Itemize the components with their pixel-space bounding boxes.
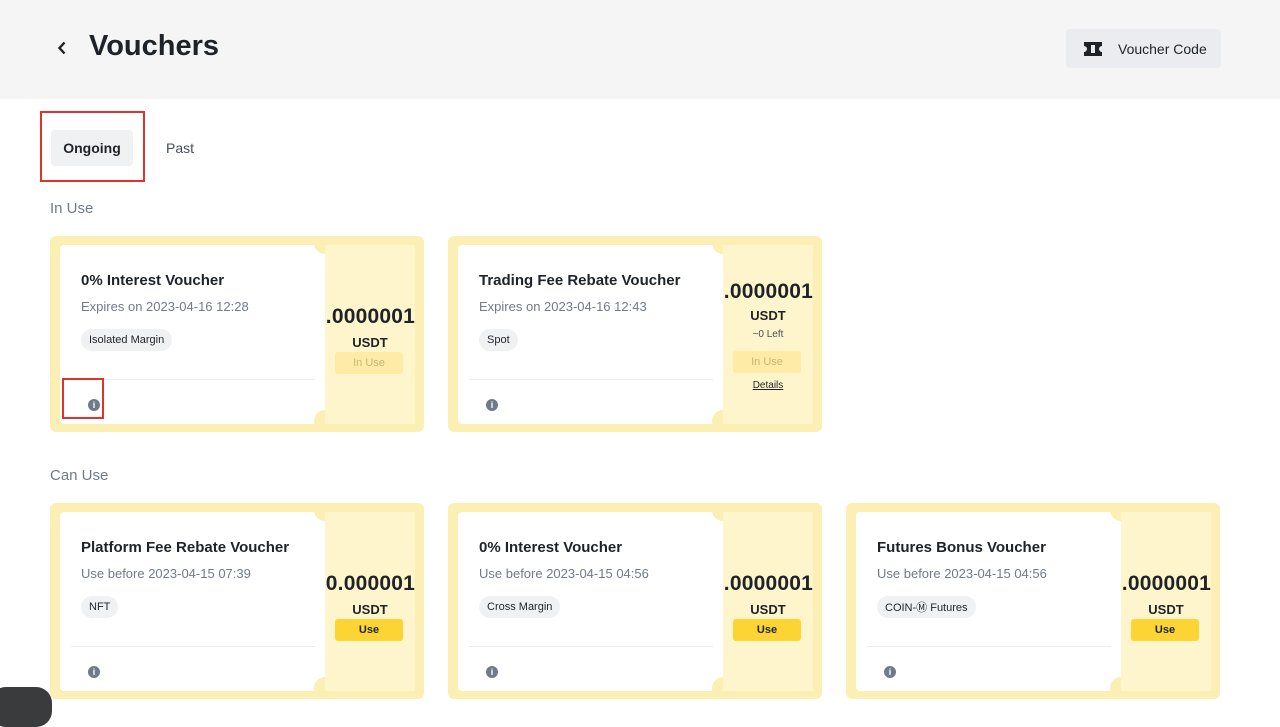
overlay-corner (0, 687, 52, 727)
tab-past[interactable]: Past (160, 130, 200, 166)
voucher-unit: USDT (352, 335, 388, 350)
info-icon[interactable]: i (486, 399, 498, 411)
voucher-card-value-panel: 0.000001 USDT Use (325, 512, 415, 691)
voucher-code-button[interactable]: Voucher Code (1066, 29, 1221, 68)
highlight-box-info-icon (62, 378, 104, 419)
voucher-card: 0% Interest Voucher Expires on 2023-04-1… (50, 236, 424, 432)
voucher-title: 0% Interest Voucher (81, 272, 225, 289)
divider (469, 379, 713, 380)
voucher-tag: COIN-Ⓜ Futures (877, 596, 976, 618)
info-icon[interactable]: i (88, 666, 100, 678)
voucher-unit: USDT (352, 602, 388, 617)
page-header: Vouchers Voucher Code (0, 0, 1280, 99)
voucher-card-body: Trading Fee Rebate Voucher Expires on 20… (458, 245, 723, 424)
section-label-can-use: Can Use (50, 467, 109, 484)
ticket-icon (1084, 41, 1102, 56)
use-button[interactable]: Use (335, 619, 403, 641)
voucher-card: Trading Fee Rebate Voucher Expires on 20… (448, 236, 822, 432)
voucher-remaining-count: ~0 Left (752, 329, 784, 340)
voucher-card: Platform Fee Rebate Voucher Use before 2… (50, 503, 424, 699)
voucher-card-body: 0% Interest Voucher Use before 2023-04-1… (458, 512, 723, 691)
voucher-title: 0% Interest Voucher (479, 539, 623, 556)
voucher-amount: 0.000001 (325, 572, 415, 595)
info-icon[interactable]: i (884, 666, 896, 678)
voucher-card-body: Futures Bonus Voucher Use before 2023-04… (856, 512, 1121, 691)
divider (469, 646, 713, 647)
voucher-amount: 0.0000001 (723, 280, 813, 303)
back-button[interactable] (52, 36, 72, 60)
info-icon[interactable]: i (486, 666, 498, 678)
voucher-tag: Cross Margin (479, 596, 561, 618)
voucher-expiry: Expires on 2023-04-16 12:43 (479, 299, 647, 314)
details-link[interactable]: Details (723, 380, 813, 391)
voucher-amount: 0.0000001 (723, 572, 813, 595)
use-button[interactable]: Use (1131, 619, 1199, 641)
voucher-tag: Isolated Margin (81, 329, 173, 351)
in-use-button: In Use (733, 351, 801, 373)
divider (71, 646, 315, 647)
voucher-tag: NFT (81, 596, 119, 618)
voucher-card-value-panel: 0.0000001 USDT Use (1121, 512, 1211, 691)
voucher-expiry: Expires on 2023-04-16 12:28 (81, 299, 249, 314)
page-title: Vouchers (89, 30, 220, 62)
voucher-card-value-panel: 0.0000001 USDT In Use (325, 245, 415, 424)
voucher-card-value-panel: 0.0000001 USDT ~0 Left In Use Details (723, 245, 813, 424)
voucher-unit: USDT (750, 602, 786, 617)
voucher-unit: USDT (750, 308, 786, 323)
divider (867, 646, 1111, 647)
in-use-button: In Use (335, 352, 403, 374)
voucher-tag: Spot (479, 329, 518, 351)
section-label-in-use: In Use (50, 200, 94, 217)
voucher-expiry: Use before 2023-04-15 04:56 (479, 566, 649, 581)
voucher-card: 0% Interest Voucher Use before 2023-04-1… (448, 503, 822, 699)
voucher-card-body: Platform Fee Rebate Voucher Use before 2… (60, 512, 325, 691)
voucher-amount: 0.0000001 (1121, 572, 1211, 595)
voucher-title: Platform Fee Rebate Voucher (81, 539, 290, 556)
divider (71, 379, 315, 380)
voucher-title: Trading Fee Rebate Voucher (479, 272, 681, 289)
voucher-expiry: Use before 2023-04-15 07:39 (81, 566, 251, 581)
voucher-card: Futures Bonus Voucher Use before 2023-04… (846, 503, 1220, 699)
voucher-title: Futures Bonus Voucher (877, 539, 1046, 556)
voucher-card-value-panel: 0.0000001 USDT Use (723, 512, 813, 691)
use-button[interactable]: Use (733, 619, 801, 641)
voucher-amount: 0.0000001 (325, 305, 415, 328)
voucher-unit: USDT (1148, 602, 1184, 617)
highlight-box-ongoing-tab (40, 111, 145, 182)
voucher-code-label: Voucher Code (1118, 40, 1207, 57)
chevron-left-icon (57, 41, 66, 55)
voucher-expiry: Use before 2023-04-15 04:56 (877, 566, 1047, 581)
